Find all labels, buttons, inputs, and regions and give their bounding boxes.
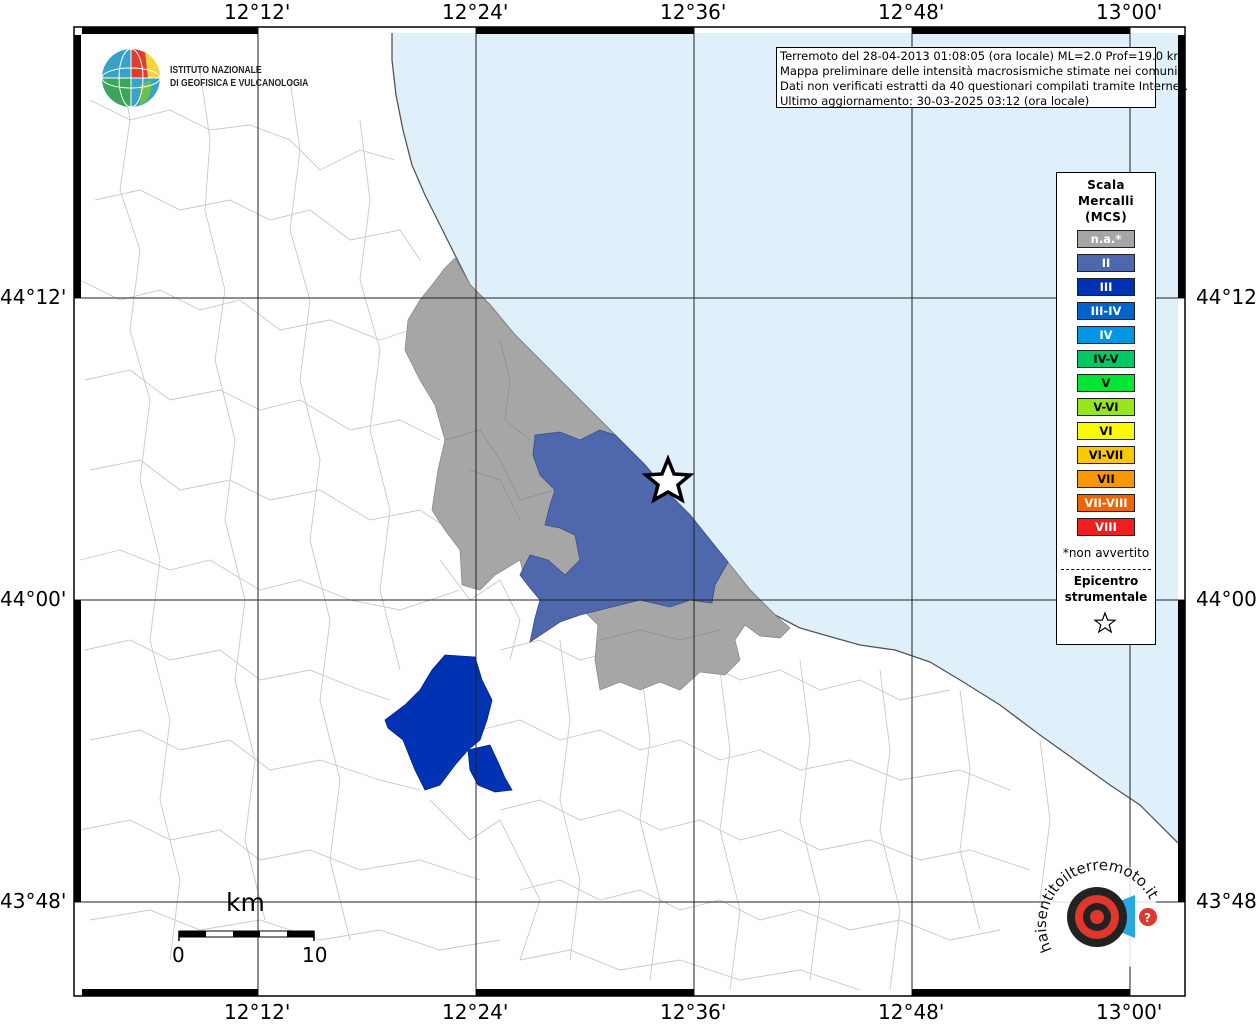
- lon-label-top-4: 12°48': [878, 0, 945, 24]
- legend-item: III-IV: [1077, 302, 1135, 320]
- lat-label-right-1: 44°12': [1196, 285, 1258, 309]
- legend-item: II: [1077, 254, 1135, 272]
- legend-item: III: [1077, 278, 1135, 296]
- legend-title-line3: (MCS): [1084, 210, 1128, 224]
- legend-item: VIII: [1077, 518, 1135, 536]
- legend-title-line1: Scala: [1087, 178, 1125, 192]
- lon-label-bottom-2: 12°24': [442, 1000, 509, 1024]
- legend-separator: [1061, 569, 1151, 570]
- lon-label-bottom-1: 12°12': [224, 1000, 291, 1024]
- legend-item: VI: [1077, 422, 1135, 440]
- legend-note: *non avvertito: [1062, 546, 1150, 560]
- info-line-4: Ultimo aggiornamento: 30-03-2025 03:12 (…: [780, 94, 1090, 108]
- legend-epicenter-label: Epicentro strumentale: [1057, 573, 1155, 605]
- legend-epicenter-line1: Epicentro: [1073, 574, 1139, 588]
- legend-item: VII-VIII: [1077, 494, 1135, 512]
- legend-item: n.a.*: [1077, 230, 1135, 248]
- legend-item: VI-VII: [1077, 446, 1135, 464]
- earthquake-info-box: Terremoto del 28-04-2013 01:08:05 (ora l…: [776, 47, 1189, 108]
- institute-name-line2: DI GEOFISICA E VULCANOLOGIA: [170, 77, 309, 89]
- legend-item: V: [1077, 374, 1135, 392]
- legend-item: IV-V: [1077, 350, 1135, 368]
- scale-max-label: 10: [302, 943, 328, 967]
- lon-label-top-3: 12°36': [660, 0, 727, 24]
- legend-item: VII: [1077, 470, 1135, 488]
- mcs-legend: Scala Mercalli (MCS) n.a.* II III III-IV IV I…: [1056, 172, 1156, 645]
- legend-epicenter-line2: strumentale: [1064, 590, 1148, 604]
- lon-label-bottom-4: 12°48': [878, 1000, 945, 1024]
- scale-min-label: 0: [172, 943, 185, 967]
- info-line-1: Terremoto del 28-04-2013 01:08:05 (ora l…: [780, 49, 1185, 63]
- legend-item: IV: [1077, 326, 1135, 344]
- lon-label-top-2: 12°24': [442, 0, 509, 24]
- lat-label-left-3: 43°48': [0, 889, 67, 913]
- legend-title-line2: Mercalli: [1078, 194, 1134, 208]
- scale-unit: km: [226, 888, 265, 917]
- lon-label-bottom-5: 13°00': [1096, 1000, 1163, 1024]
- lat-label-right-3: 43°48': [1196, 889, 1258, 913]
- info-line-3: Dati non verificati estratti da 40 quest…: [780, 79, 1189, 93]
- ingv-logo-icon: [101, 48, 161, 108]
- info-line-2: Mappa preliminare delle intensità macros…: [780, 64, 1178, 78]
- legend-item: V-VI: [1077, 398, 1135, 416]
- svg-text:?: ?: [1144, 911, 1151, 925]
- legend-star-icon: [1093, 611, 1117, 634]
- lon-label-top-1: 12°12': [224, 0, 291, 24]
- lon-label-top-5: 13°00': [1096, 0, 1163, 24]
- lat-label-left-2: 44°00': [0, 587, 67, 611]
- lat-label-right-2: 44°00': [1196, 587, 1258, 611]
- lon-label-bottom-3: 12°36': [660, 1000, 727, 1024]
- legend-title: Scala Mercalli (MCS): [1057, 177, 1155, 225]
- lat-label-left-1: 44°12': [0, 285, 67, 309]
- institute-name-line1: ISTITUTO NAZIONALE: [170, 64, 262, 76]
- institute-name: ISTITUTO NAZIONALE DI GEOFISICA E VULCAN…: [170, 64, 308, 90]
